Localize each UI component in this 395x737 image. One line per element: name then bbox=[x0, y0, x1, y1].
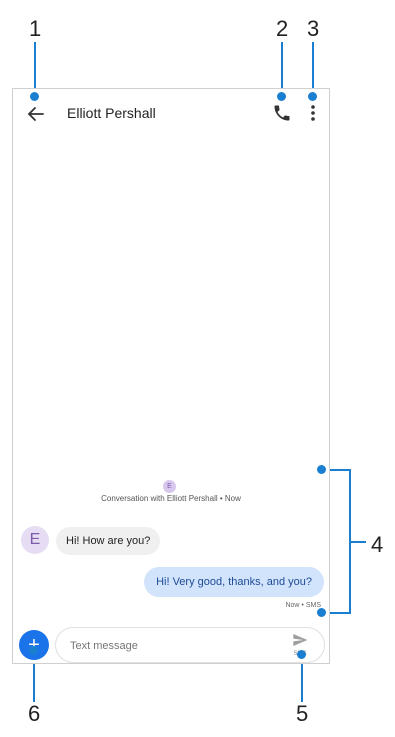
callout-dot-3 bbox=[308, 92, 317, 101]
conversation-avatar: E bbox=[163, 480, 176, 493]
back-button[interactable] bbox=[25, 103, 47, 125]
callout-dot-4-bottom bbox=[317, 608, 326, 617]
callout-2: 2 bbox=[276, 16, 289, 41]
more-options-button[interactable] bbox=[305, 103, 321, 123]
callout-dot-1 bbox=[30, 92, 39, 101]
phone-icon bbox=[274, 105, 290, 121]
callout-3: 3 bbox=[307, 16, 320, 41]
incoming-message[interactable]: Hi! How are you? bbox=[56, 527, 161, 555]
callout-dot-5 bbox=[297, 650, 306, 659]
contact-avatar[interactable]: E bbox=[21, 526, 49, 554]
back-arrow-icon bbox=[27, 107, 44, 121]
callout-dot-6 bbox=[29, 646, 38, 655]
callout-6: 6 bbox=[28, 701, 41, 726]
callout-dot-4-top bbox=[317, 465, 326, 474]
more-vert-icon bbox=[311, 105, 315, 121]
message-input[interactable] bbox=[68, 636, 272, 656]
message-status: Now • SMS bbox=[285, 602, 321, 609]
callout-5: 5 bbox=[296, 701, 309, 726]
attach-button[interactable]: + bbox=[19, 630, 49, 660]
conversation-info: Conversation with Elliott Pershall • Now bbox=[101, 494, 241, 503]
call-button[interactable] bbox=[272, 103, 292, 123]
callout-dot-2 bbox=[277, 92, 286, 101]
callout-line-4-tick bbox=[350, 541, 366, 543]
contact-name: Elliott Pershall bbox=[67, 105, 156, 121]
phone-screen: Elliott Pershall E Conversation with Ell… bbox=[12, 88, 330, 664]
callout-4: 4 bbox=[371, 532, 384, 557]
send-icon bbox=[293, 634, 308, 646]
outgoing-message[interactable]: Hi! Very good, thanks, and you? bbox=[144, 567, 324, 597]
callout-1: 1 bbox=[29, 16, 42, 41]
compose-bar: SMS bbox=[55, 627, 325, 663]
